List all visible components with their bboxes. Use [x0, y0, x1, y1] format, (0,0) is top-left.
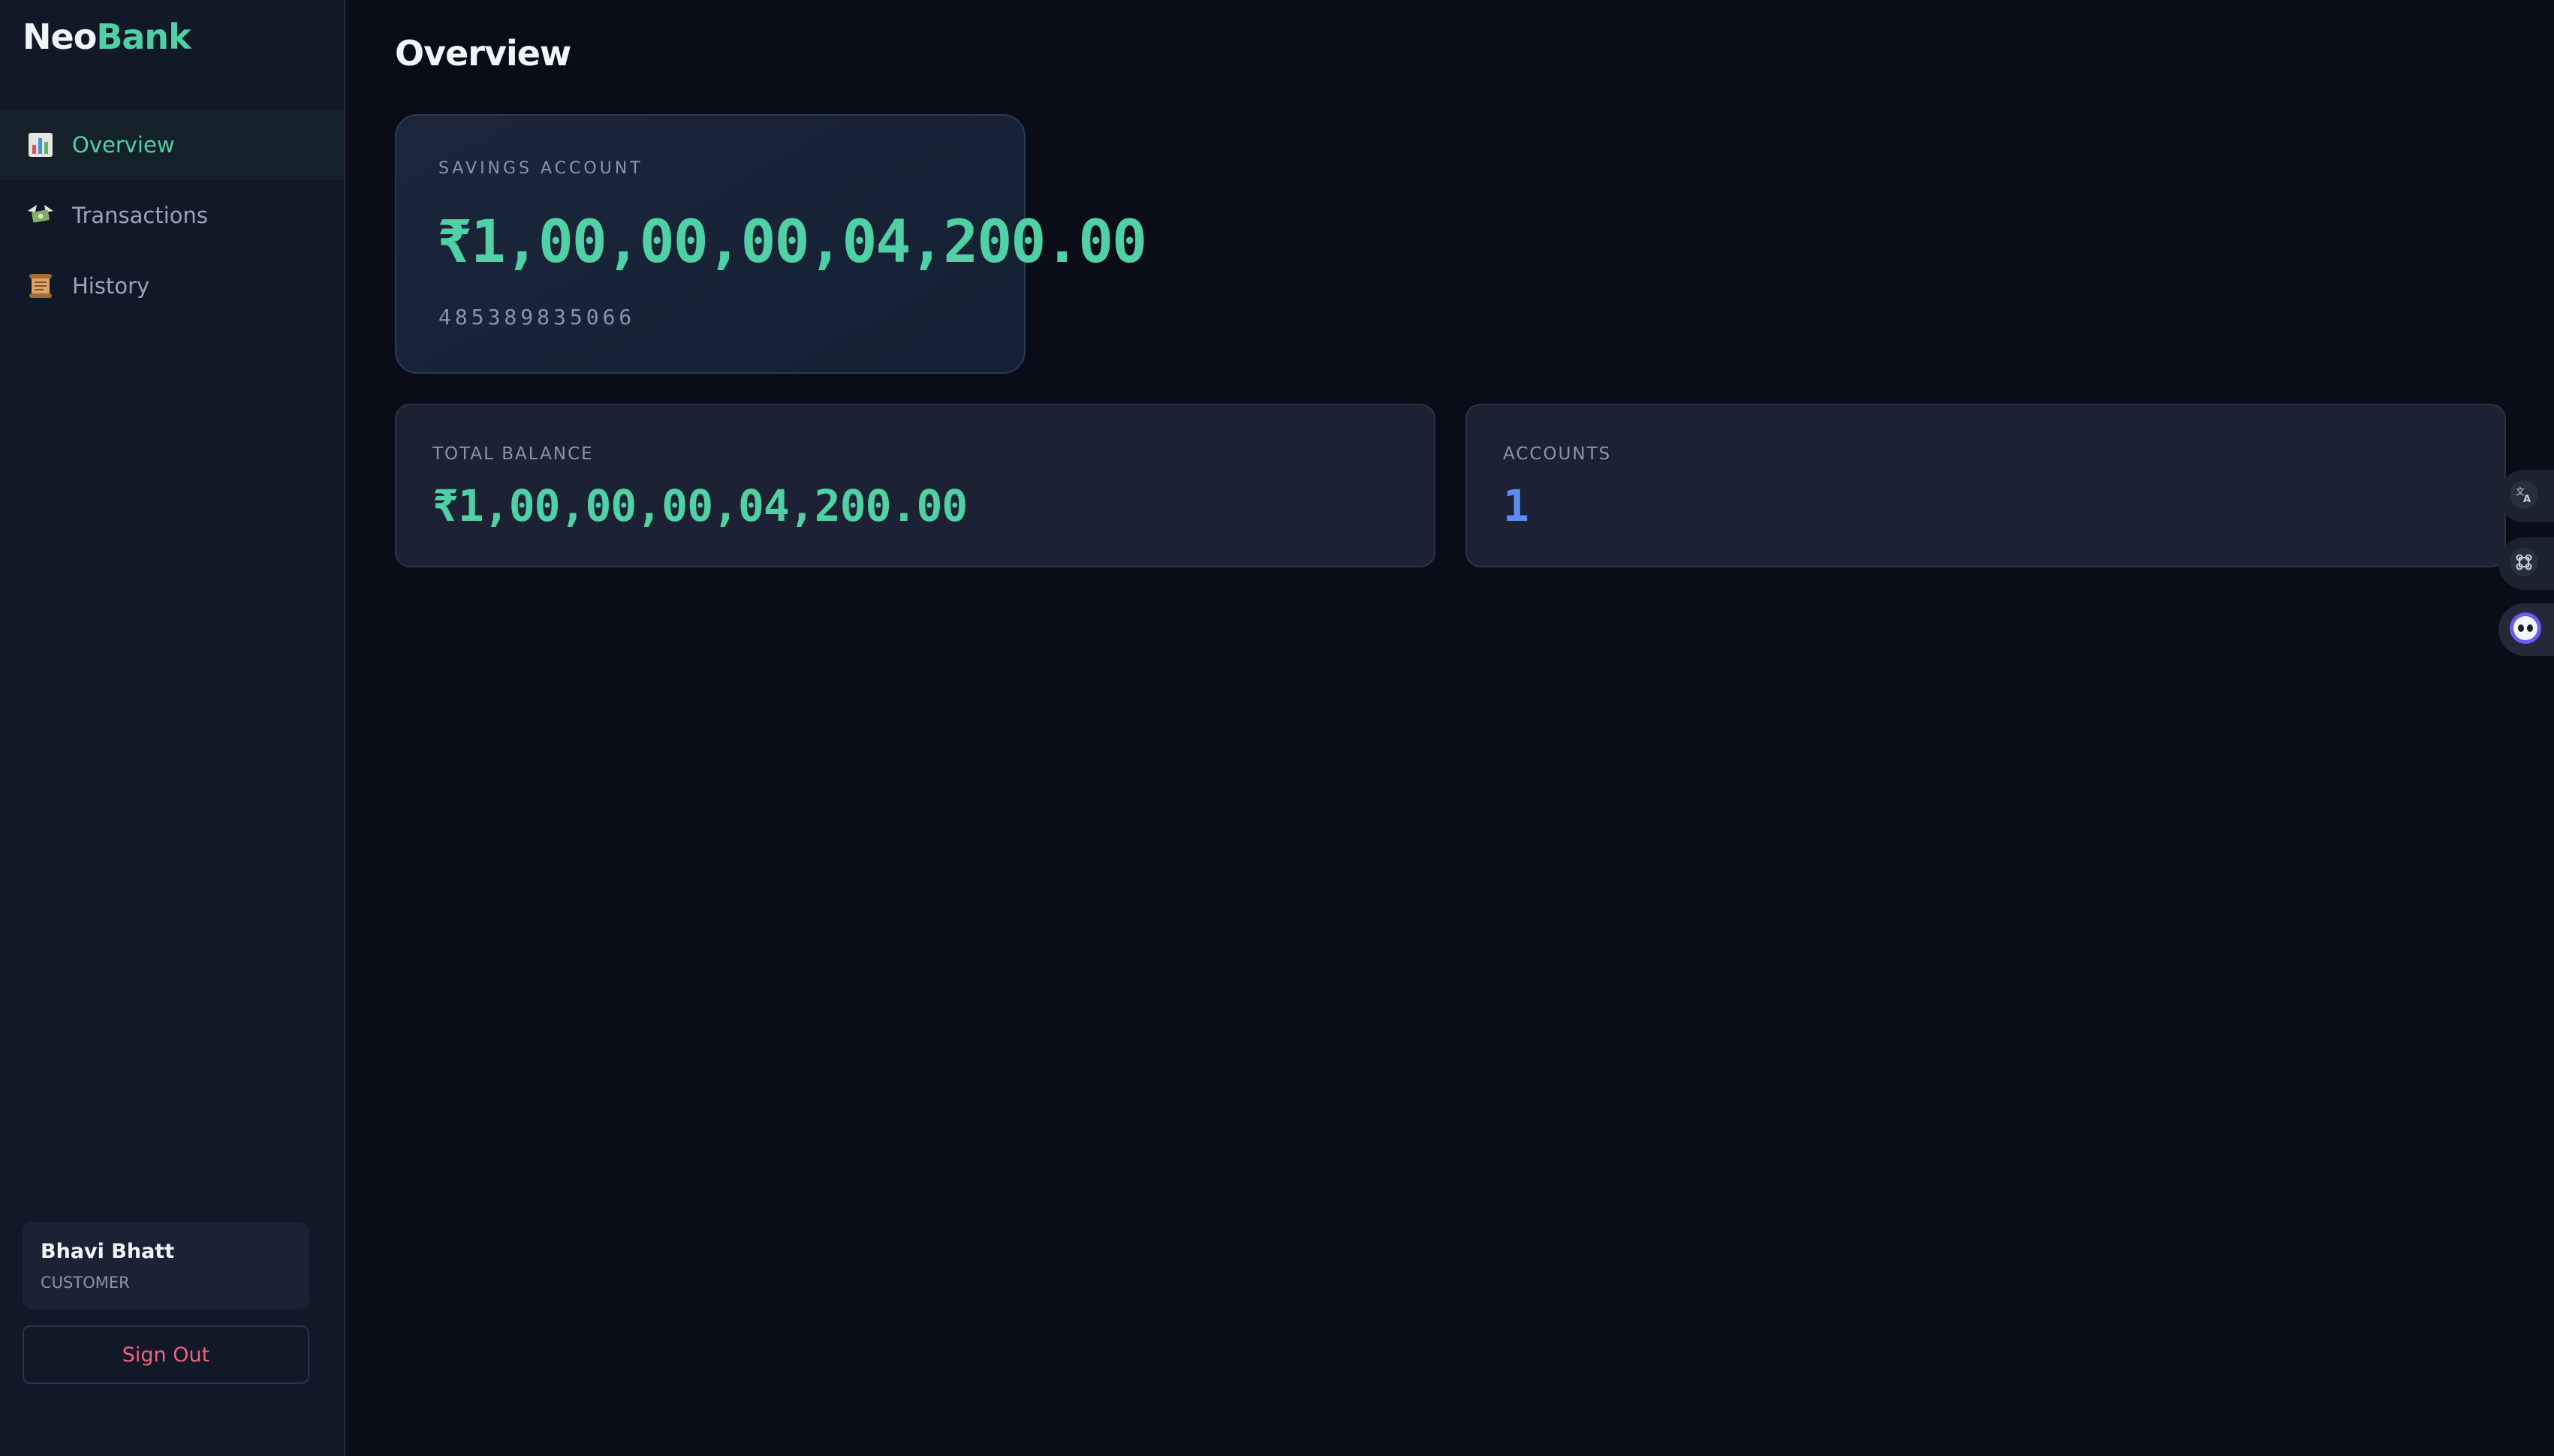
total-balance-value: ₹1,00,00,00,04,200.00: [432, 480, 968, 531]
account-number: 485389835066: [438, 305, 636, 329]
translate-icon: 文 A: [2509, 480, 2539, 513]
sidebar-item-transactions[interactable]: Transactions: [0, 180, 344, 251]
sidebar-item-overview[interactable]: Overview: [0, 110, 344, 180]
brand-logo-part1: Neo: [23, 17, 97, 57]
bar-chart-icon: [26, 130, 56, 160]
command-widget-button[interactable]: [2498, 537, 2554, 590]
savings-account-card[interactable]: SAVINGS ACCOUNT ₹1,00,00,00,04,200.00 48…: [395, 114, 1147, 374]
sign-out-button[interactable]: Sign Out: [23, 1325, 309, 1384]
svg-text:A: A: [2523, 494, 2531, 505]
sidebar-nav: Overview Transactions History: [0, 110, 344, 321]
app-root: NeoBank Overview Transactions History Bh…: [0, 0, 2554, 1456]
assistant-widget-button[interactable]: [2498, 603, 2554, 656]
assistant-bot-icon: [2509, 612, 2542, 648]
page-title: Overview: [395, 33, 571, 74]
sidebar-item-label: History: [72, 273, 150, 299]
sidebar-item-label: Transactions: [72, 203, 209, 228]
total-balance-card: TOTAL BALANCE ₹1,00,00,00,04,200.00: [395, 404, 1435, 567]
sidebar-item-label: Overview: [72, 132, 175, 158]
accounts-count-card: ACCOUNTS 1: [1465, 404, 2506, 567]
account-type-label: SAVINGS ACCOUNT: [438, 159, 643, 178]
brand-logo[interactable]: NeoBank: [23, 17, 191, 57]
translate-widget-button[interactable]: 文 A: [2498, 470, 2554, 522]
money-wings-icon: [26, 200, 56, 230]
accounts-label: ACCOUNTS: [1503, 444, 1612, 464]
account-balance: ₹1,00,00,00,04,200.00: [437, 209, 1147, 276]
total-balance-label: TOTAL BALANCE: [432, 444, 594, 464]
brand-logo-part2: Bank: [96, 17, 191, 57]
accounts-value: 1: [1503, 480, 1529, 531]
scroll-icon: [26, 271, 56, 301]
sidebar: NeoBank Overview Transactions History Bh…: [0, 0, 345, 1456]
command-icon: [2509, 547, 2539, 581]
sidebar-item-history[interactable]: History: [0, 251, 344, 321]
user-profile-card: Bhavi Bhatt CUSTOMER: [23, 1222, 309, 1309]
user-role: CUSTOMER: [41, 1274, 130, 1292]
user-name: Bhavi Bhatt: [41, 1240, 175, 1263]
